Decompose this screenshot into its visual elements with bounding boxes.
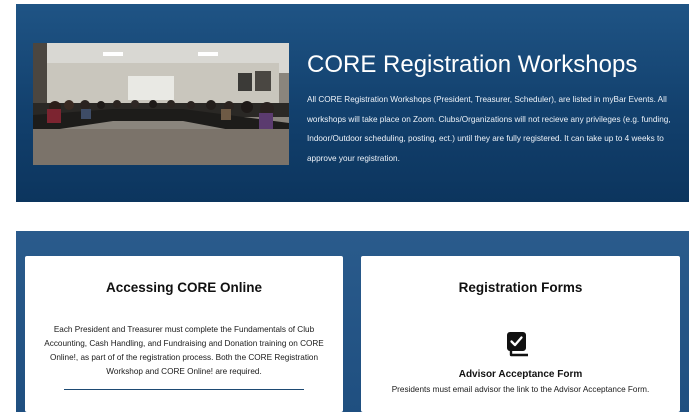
divider — [64, 389, 304, 390]
meeting-room-image — [33, 43, 289, 165]
accessing-core-body: Each President and Treasurer must comple… — [44, 325, 324, 376]
hero-section: CORE Registration Workshops All CORE Reg… — [16, 4, 689, 202]
accessing-core-card: Accessing CORE Online Each President and… — [25, 256, 343, 412]
workshop-photo — [33, 43, 289, 165]
checkbox-stack-icon — [504, 330, 532, 358]
hero-title: CORE Registration Workshops — [307, 51, 638, 78]
registration-forms-title: Registration Forms — [458, 280, 583, 295]
advisor-acceptance-form-title: Advisor Acceptance Form — [458, 369, 583, 380]
registration-forms-card: Registration Forms Advisor Acceptance Fo… — [361, 256, 680, 412]
hero-description: All CORE Registration Workshops (Preside… — [307, 95, 671, 163]
advisor-acceptance-form-description: Presidents must email advisor the link t… — [391, 385, 650, 394]
accessing-core-title: Accessing CORE Online — [105, 280, 263, 295]
